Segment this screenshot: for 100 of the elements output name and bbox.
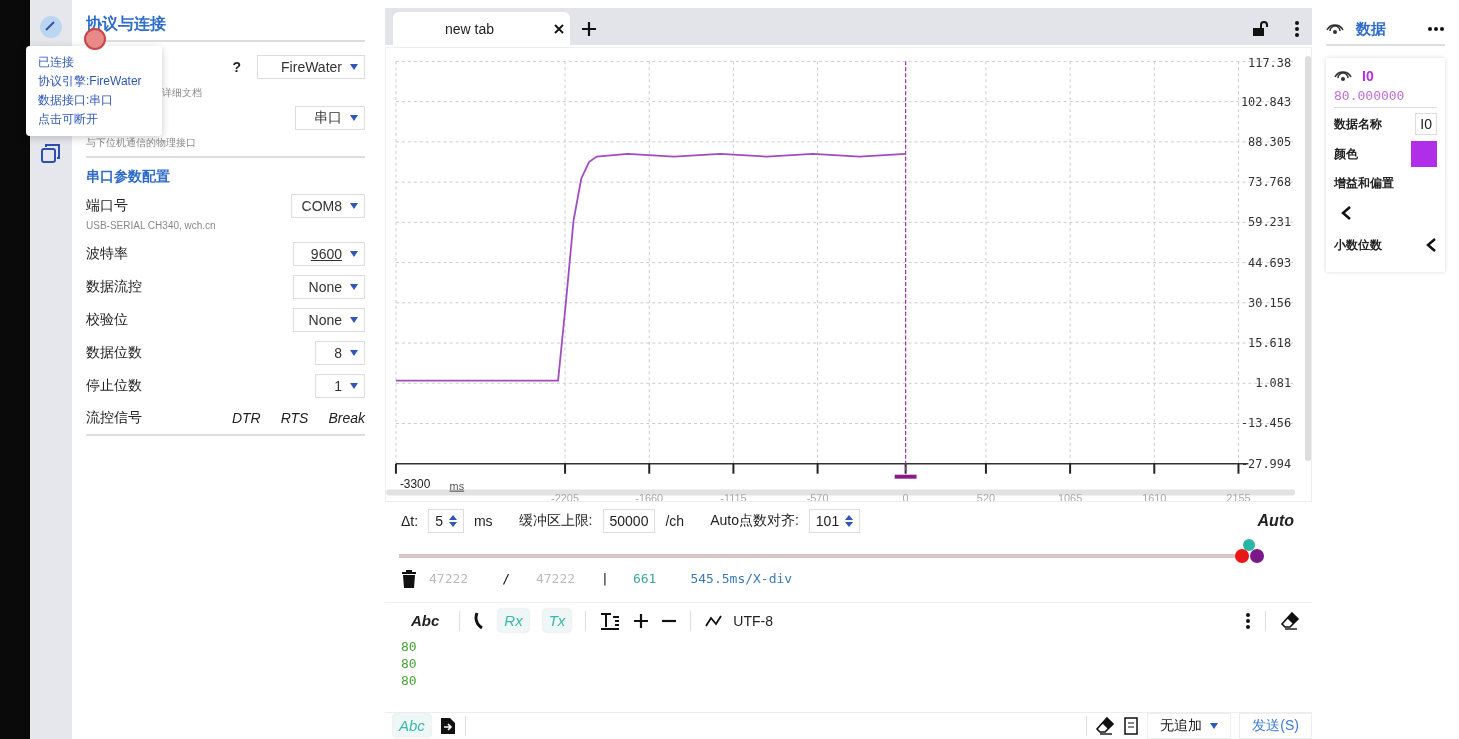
hint-text: 与下位机通信的物理接口 xyxy=(86,136,197,150)
signal-button[interactable]: Break xyxy=(328,410,365,426)
dropdown[interactable]: 8 xyxy=(315,340,365,365)
horizontal-scrollbar[interactable] xyxy=(386,489,1296,496)
start-time-label: -3300 xyxy=(399,476,431,491)
field-label: 缓冲区上限: xyxy=(518,511,593,530)
section-title: 串口参数配置 xyxy=(86,156,365,192)
slider-thumb[interactable] xyxy=(1235,539,1265,566)
tooltip-line: 已连接 xyxy=(38,54,75,71)
y-tick-label: 1.081 xyxy=(1255,376,1292,391)
field-label: 颜色 xyxy=(1334,145,1358,163)
auto-button[interactable]: Auto xyxy=(1257,511,1294,530)
text-format-icon[interactable] xyxy=(600,611,621,630)
number-input[interactable]: 5 xyxy=(428,508,464,533)
caret-icon xyxy=(1210,722,1219,729)
field-label: 数据位数 xyxy=(86,343,142,362)
x-unit-label: ms xyxy=(449,479,465,492)
y-tick-label: 59.231 xyxy=(1248,215,1292,230)
separator-text: / xyxy=(502,571,510,587)
y-tick-label: 44.693 xyxy=(1248,255,1292,270)
x-tick-label: 0 xyxy=(902,491,909,502)
chevron-left-icon[interactable] xyxy=(1340,205,1352,221)
dropdown[interactable]: 1 xyxy=(315,373,365,398)
channel-value: 80.000000 xyxy=(1334,88,1437,108)
point-count: 661 xyxy=(632,571,657,587)
signal-button[interactable]: RTS xyxy=(280,410,309,426)
eraser-icon[interactable] xyxy=(1280,610,1300,631)
dropdown[interactable]: None xyxy=(293,307,365,332)
eye-icon[interactable] xyxy=(1334,69,1352,83)
unit-label: /ch xyxy=(665,512,685,529)
dropdown[interactable]: 串口 xyxy=(295,106,365,130)
dropdown[interactable]: FireWater xyxy=(257,55,365,79)
caret-icon xyxy=(350,316,358,323)
x-tick-label: 1610 xyxy=(1142,491,1167,502)
wave-icon[interactable] xyxy=(705,613,724,628)
spinner-icon[interactable] xyxy=(448,513,457,528)
cursor-handle[interactable] xyxy=(894,474,917,479)
received-count: 47222 xyxy=(429,571,469,587)
cursor-line[interactable] xyxy=(905,60,907,475)
panel-title: 数据 xyxy=(1356,19,1386,39)
more-icon[interactable] xyxy=(1294,19,1300,38)
more-icon[interactable] xyxy=(1245,611,1251,630)
tab[interactable]: new tab xyxy=(393,12,570,46)
x-tick-label: -570 xyxy=(806,491,829,502)
signal-button[interactable]: DTR xyxy=(231,410,261,426)
log-line: 80 xyxy=(401,637,418,655)
x-tick-label: -1660 xyxy=(635,491,664,502)
eye-icon[interactable] xyxy=(1326,22,1344,36)
time-scale: 545.5ms/X-div xyxy=(690,571,793,587)
number-input[interactable]: 101 xyxy=(808,508,861,533)
field-label: 增益和偏置 xyxy=(1334,174,1394,192)
field-label: 流控信号 xyxy=(86,409,142,427)
document-icon[interactable] xyxy=(1123,716,1140,735)
y-tick-label: 88.305 xyxy=(1248,134,1292,149)
dropdown[interactable]: None xyxy=(293,274,365,299)
help-mark[interactable]: ? xyxy=(232,59,241,75)
field-label: 数据流控 xyxy=(86,277,142,296)
plus-icon[interactable] xyxy=(634,613,649,628)
caret-icon xyxy=(350,64,358,70)
encoding-label[interactable]: UTF-8 xyxy=(733,612,774,629)
y-tick-label: -13.456 xyxy=(1240,416,1292,431)
x-tick-label: 1065 xyxy=(1058,491,1083,502)
dropdown[interactable]: COM8 xyxy=(290,194,365,218)
caret-icon xyxy=(350,115,358,121)
eraser-icon[interactable] xyxy=(1095,715,1116,736)
field-label: 波特率 xyxy=(86,244,128,263)
connection-icon[interactable] xyxy=(38,14,64,40)
dropdown[interactable]: 9600 xyxy=(293,241,365,266)
chevron-left-icon[interactable] xyxy=(1425,237,1437,253)
more-icon[interactable] xyxy=(1427,26,1445,32)
close-icon[interactable] xyxy=(554,23,564,34)
append-dropdown[interactable]: 无追加 xyxy=(1147,712,1232,739)
x-tick-label: -1115 xyxy=(720,491,747,502)
caret-icon xyxy=(350,283,358,290)
number-input[interactable]: 50000 xyxy=(602,508,656,533)
field-label: 校验位 xyxy=(86,310,128,329)
trash-icon[interactable] xyxy=(401,569,417,588)
spinner-icon[interactable] xyxy=(845,513,854,528)
color-swatch[interactable] xyxy=(1411,141,1437,167)
file-send-icon[interactable] xyxy=(438,716,457,735)
port-description: USB-SERIAL CH340, wch.cn xyxy=(86,220,217,231)
minus-icon[interactable] xyxy=(662,618,677,623)
tooltip-line: 点击可断开 xyxy=(38,111,99,128)
send-button[interactable]: 发送(S) xyxy=(1239,712,1312,739)
field-label: Auto点数对齐: xyxy=(710,511,799,530)
vertical-scrollbar[interactable] xyxy=(1305,56,1311,462)
y-tick-label: 117.38 xyxy=(1248,56,1292,71)
caret-icon xyxy=(350,382,358,389)
field-label: 数据名称 xyxy=(1334,115,1382,133)
x-tick-label: 2155 xyxy=(1226,491,1251,502)
field-label: 小数位数 xyxy=(1334,236,1382,254)
separator-text: | xyxy=(601,571,609,587)
y-tick-label: 73.768 xyxy=(1248,175,1292,190)
channel-name: I0 xyxy=(1362,68,1374,84)
total-count: 47222 xyxy=(535,571,576,587)
field-label: Δt: xyxy=(401,512,419,529)
log-line: 80 xyxy=(401,671,418,689)
unit-label: ms xyxy=(473,512,493,529)
text-mode-button[interactable]: Abc xyxy=(405,609,446,632)
name-input[interactable]: I0 xyxy=(1415,113,1437,135)
